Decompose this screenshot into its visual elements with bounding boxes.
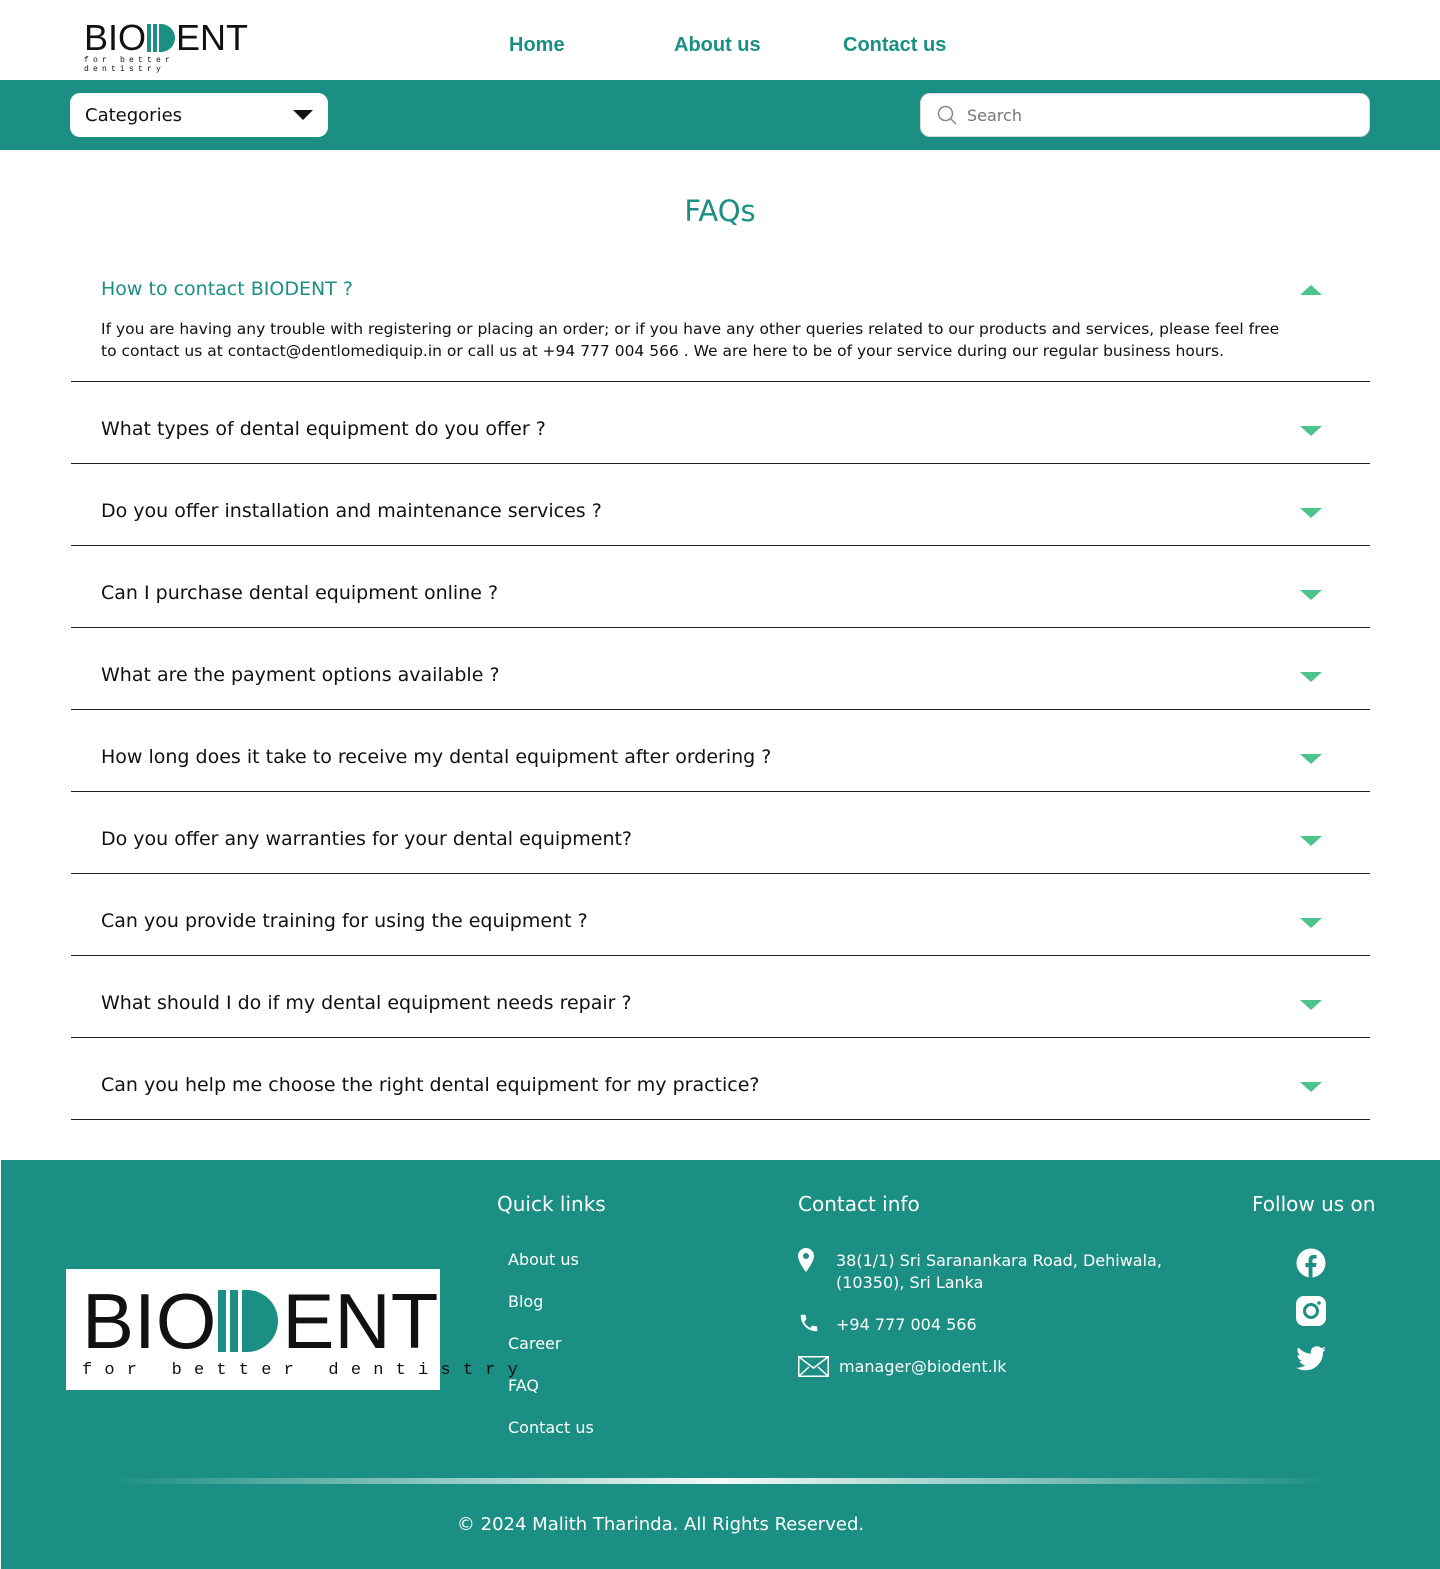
site-footer: BIO ENT for better dentistry Quick links… — [1, 1160, 1440, 1569]
footer-divider — [111, 1478, 1331, 1484]
footer-logo-wordmark: BIO ENT — [82, 1279, 438, 1363]
top-header: BIO ENT for better dentistry Home About … — [0, 0, 1440, 80]
twitter-icon[interactable] — [1296, 1344, 1326, 1374]
categories-dropdown[interactable]: Categories — [70, 93, 328, 137]
expand-arrow-icon[interactable] — [1300, 836, 1322, 846]
email-icon — [798, 1356, 829, 1377]
logo-wordmark: BIO ENT — [84, 17, 248, 58]
address-line-2: (10350), Sri Lanka — [836, 1273, 984, 1292]
faq-question[interactable]: Do you offer any warranties for your den… — [101, 828, 632, 850]
search-icon — [937, 105, 957, 125]
faq-question[interactable]: Can you help me choose the right dental … — [101, 1074, 760, 1096]
follow-heading: Follow us on — [1252, 1192, 1376, 1216]
address-line-1: 38(1/1) Sri Saranankara Road, Dehiwala, — [836, 1251, 1162, 1270]
contact-info-heading: Contact info — [798, 1192, 920, 1216]
nav-about-link[interactable]: About us — [674, 34, 761, 57]
email-address[interactable]: manager@biodent.lk — [839, 1356, 1007, 1378]
faq-item-4[interactable]: What are the payment options available ? — [71, 628, 1370, 710]
faq-item-6[interactable]: Do you offer any warranties for your den… — [71, 792, 1370, 874]
location-pin-icon — [798, 1248, 814, 1272]
caret-down-icon — [293, 110, 313, 120]
facebook-icon[interactable] — [1296, 1248, 1326, 1278]
faq-question[interactable]: Can I purchase dental equipment online ? — [101, 582, 498, 604]
faq-item-7[interactable]: Can you provide training for using the e… — [71, 874, 1370, 956]
copyright-text: © 2024 Malith Tharinda. All Rights Reser… — [456, 1514, 865, 1535]
logo-d-mark — [147, 24, 176, 52]
expand-arrow-icon[interactable] — [1300, 590, 1322, 600]
categories-label: Categories — [85, 104, 183, 126]
faq-item-8[interactable]: What should I do if my dental equipment … — [71, 956, 1370, 1038]
faq-item-5[interactable]: How long does it take to receive my dent… — [71, 710, 1370, 792]
nav-home-link[interactable]: Home — [509, 34, 565, 57]
faq-question[interactable]: What are the payment options available ? — [101, 664, 500, 686]
page-title: FAQs — [684, 194, 756, 228]
faq-item-2[interactable]: Do you offer installation and maintenanc… — [71, 464, 1370, 546]
expand-arrow-icon[interactable] — [1300, 672, 1322, 682]
expand-arrow-icon[interactable] — [1300, 754, 1322, 764]
footer-link-about[interactable]: About us — [508, 1250, 579, 1269]
footer-link-contact[interactable]: Contact us — [508, 1418, 594, 1437]
faq-question[interactable]: Do you offer installation and maintenanc… — [101, 500, 602, 522]
expand-arrow-icon[interactable] — [1300, 1000, 1322, 1010]
expand-arrow-icon[interactable] — [1300, 918, 1322, 928]
expand-arrow-icon[interactable] — [1300, 426, 1322, 436]
footer-logo-tagline: for better dentistry — [82, 1361, 531, 1380]
logo-letters-left: BIO — [84, 17, 147, 58]
logo-d-mark — [218, 1290, 280, 1352]
logo-letters-right: ENT — [282, 1277, 439, 1365]
expand-arrow-icon[interactable] — [1300, 1082, 1322, 1092]
faq-item-1[interactable]: What types of dental equipment do you of… — [71, 382, 1370, 464]
search-input[interactable] — [967, 105, 1347, 125]
footer-link-career[interactable]: Career — [508, 1334, 561, 1353]
nav-contact-link[interactable]: Contact us — [843, 34, 946, 57]
footer-logo[interactable]: BIO ENT for better dentistry — [66, 1269, 518, 1390]
logo-tagline: for better dentistry — [84, 56, 175, 74]
footer-link-blog[interactable]: Blog — [508, 1292, 543, 1311]
logo-letters-right: ENT — [176, 17, 249, 58]
faq-item-9[interactable]: Can you help me choose the right dental … — [71, 1038, 1370, 1120]
faq-item-3[interactable]: Can I purchase dental equipment online ? — [71, 546, 1370, 628]
biodent-logo[interactable]: BIO ENT for better dentistry — [84, 17, 248, 75]
instagram-icon[interactable] — [1296, 1296, 1326, 1326]
faq-question[interactable]: How long does it take to receive my dent… — [101, 746, 771, 768]
faq-answer: If you are having any trouble with regis… — [101, 320, 1280, 360]
expand-arrow-icon[interactable] — [1300, 508, 1322, 518]
faq-item-0[interactable]: How to contact BIODENT ? If you are havi… — [71, 270, 1370, 382]
faq-question[interactable]: What types of dental equipment do you of… — [101, 418, 546, 440]
phone-number[interactable]: +94 777 004 566 — [836, 1314, 977, 1336]
footer-link-faq[interactable]: FAQ — [508, 1376, 539, 1395]
faq-question[interactable]: Can you provide training for using the e… — [101, 910, 588, 932]
collapse-arrow-icon[interactable] — [1300, 285, 1322, 295]
logo-letters-left: BIO — [82, 1277, 217, 1365]
search-box[interactable] — [920, 93, 1370, 137]
quick-links-heading: Quick links — [497, 1192, 606, 1216]
phone-icon — [800, 1314, 818, 1332]
faq-question[interactable]: How to contact BIODENT ? — [101, 278, 353, 300]
faq-question[interactable]: What should I do if my dental equipment … — [101, 992, 632, 1014]
